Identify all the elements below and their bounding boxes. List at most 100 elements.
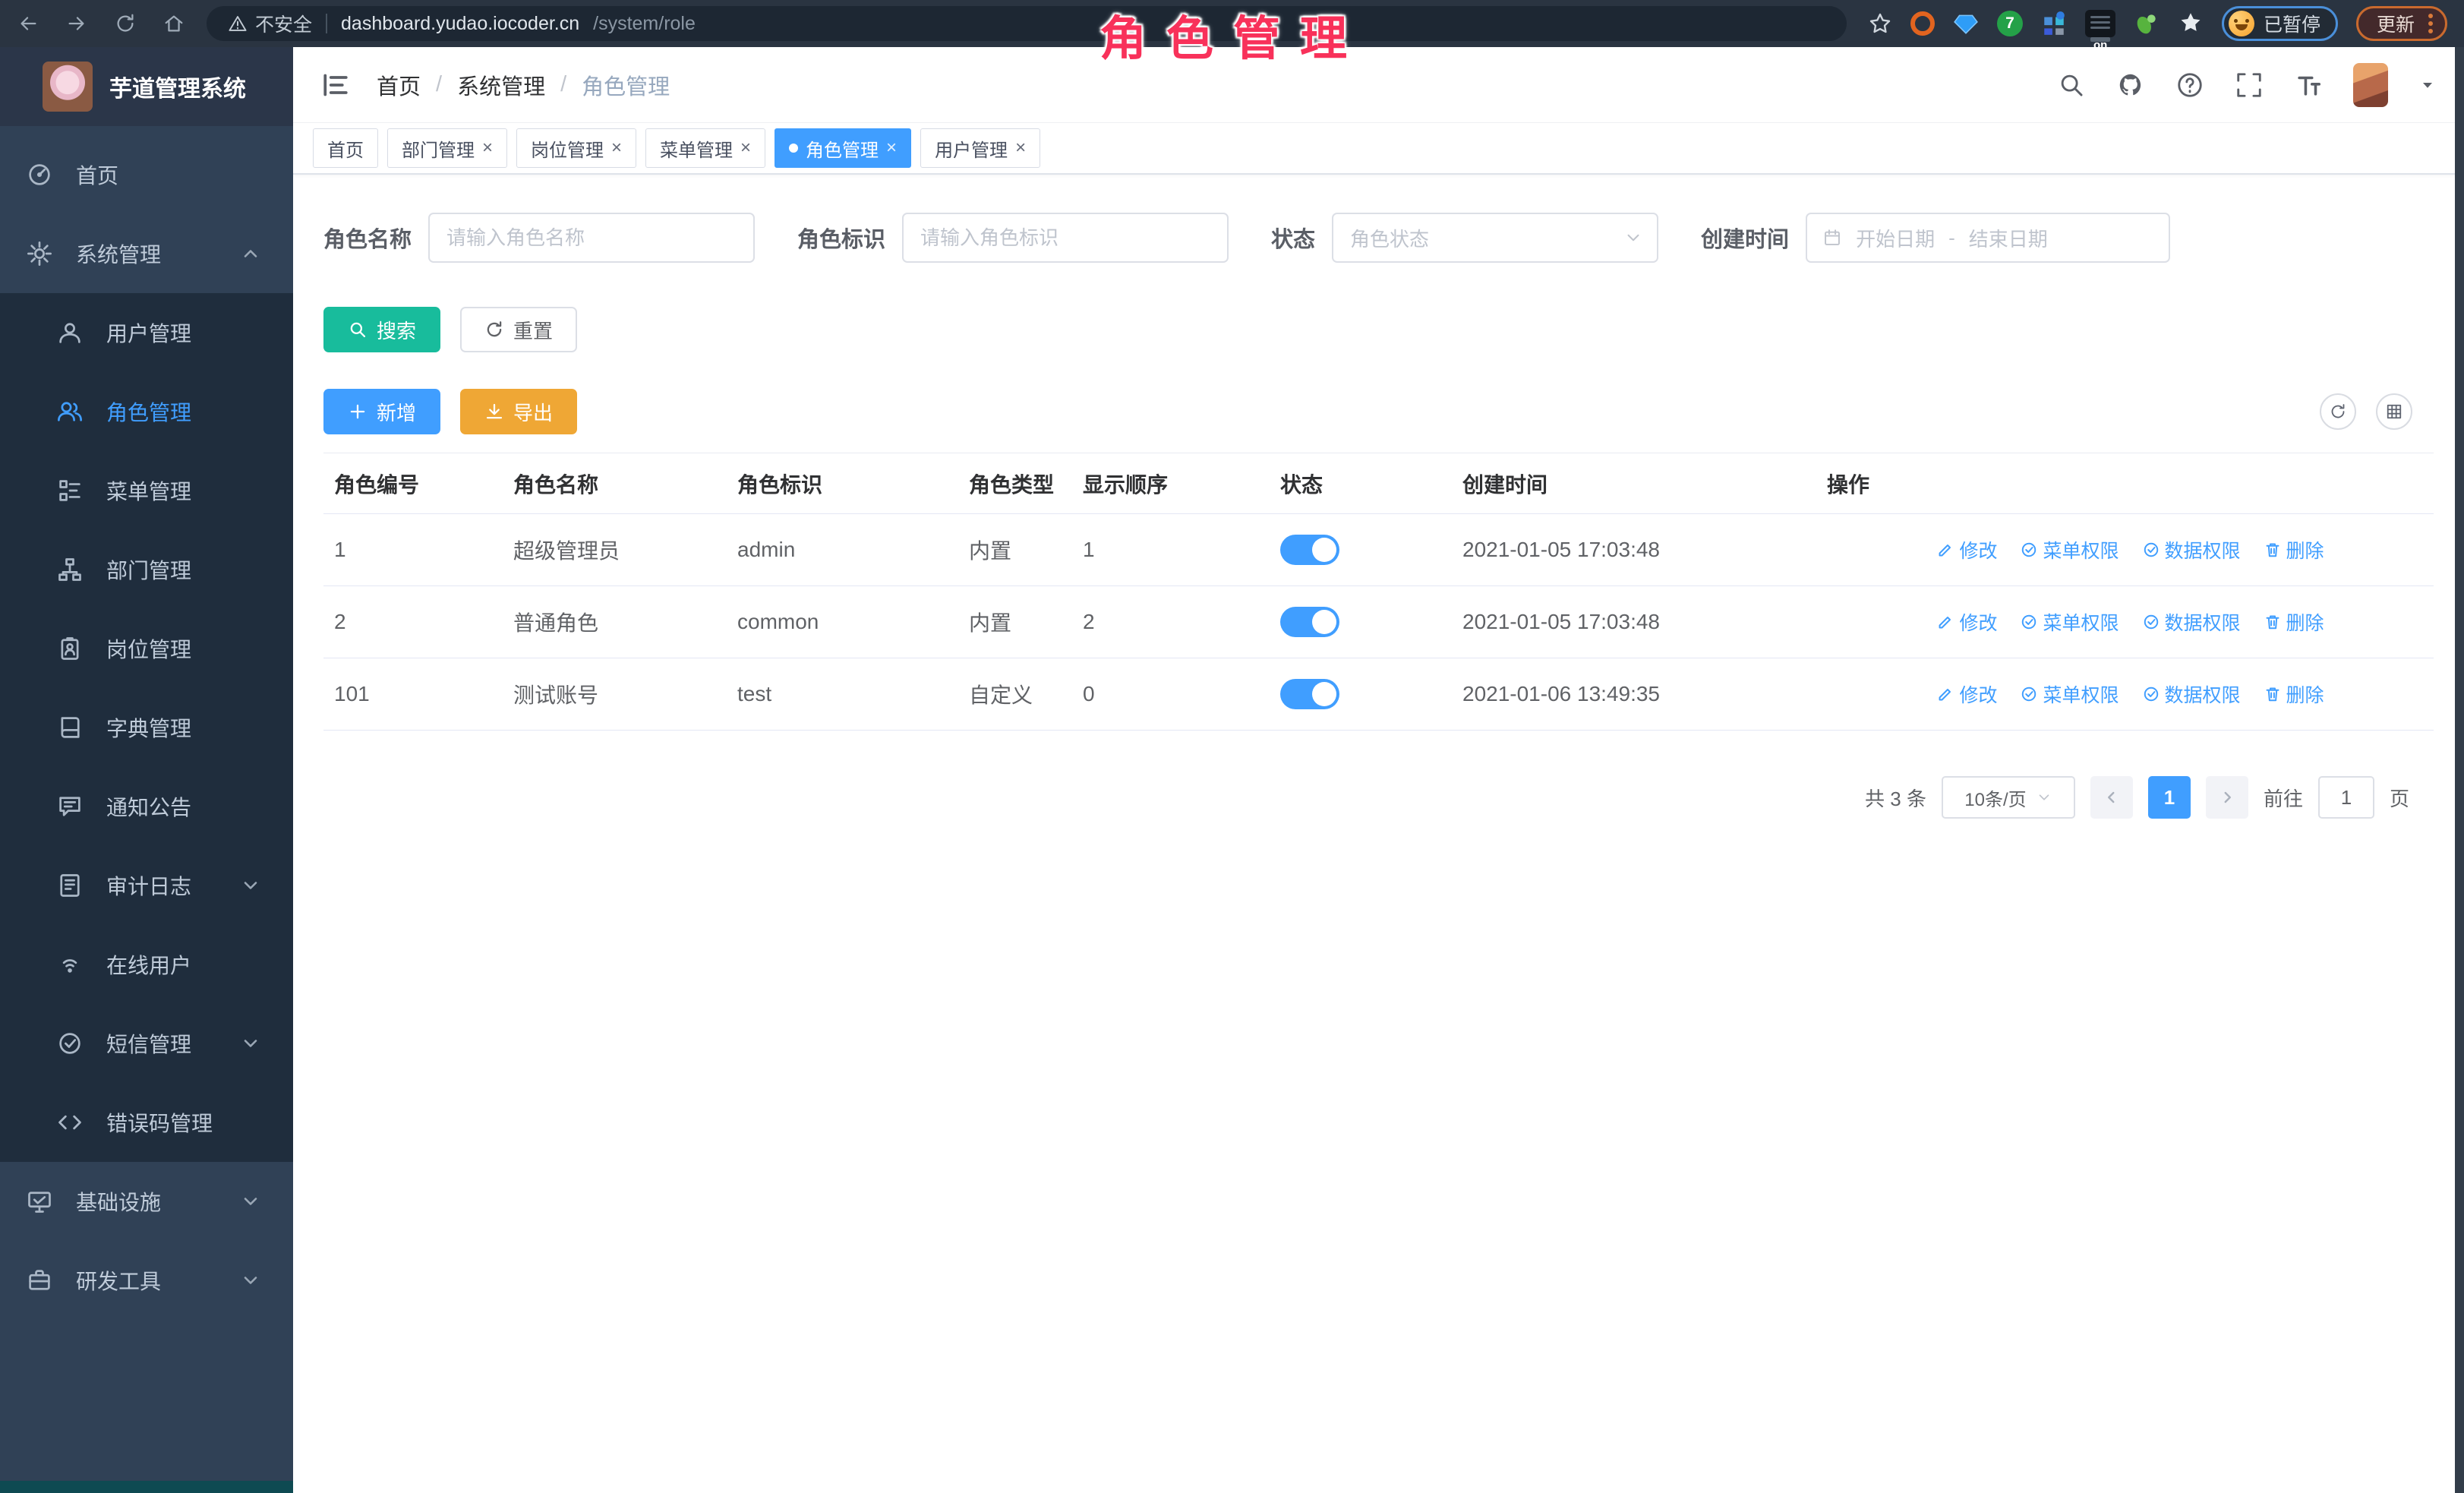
fullscreen-icon[interactable] xyxy=(2235,71,2264,99)
edit-link[interactable]: 修改 xyxy=(1936,680,1997,708)
delete-link[interactable]: 删除 xyxy=(2264,536,2324,563)
github-icon[interactable] xyxy=(2116,71,2145,99)
screen: 不安全 dashboard.yudao.iocoder.cn /system/r… xyxy=(0,0,2464,1493)
page-number-1[interactable]: 1 xyxy=(2148,776,2191,819)
refresh-table-button[interactable] xyxy=(2320,393,2356,430)
profile-paused-badge[interactable]: 已暂停 xyxy=(2222,6,2338,41)
tag-label: 首页 xyxy=(327,135,364,162)
sidebar-item-user-mgmt[interactable]: 用户管理 xyxy=(0,293,293,372)
caret-down-icon[interactable] xyxy=(2418,76,2437,94)
tag-post-mgmt[interactable]: 岗位管理× xyxy=(516,128,636,168)
data-permission-link[interactable]: 数据权限 xyxy=(2142,536,2241,563)
extension-orange-icon[interactable] xyxy=(1910,11,1935,36)
menu-permission-link[interactable]: 菜单权限 xyxy=(2020,608,2119,636)
reload-icon[interactable] xyxy=(114,12,137,35)
sidebar-item-audit-log[interactable]: 审计日志 xyxy=(0,846,293,925)
shield-check-icon xyxy=(56,1030,84,1057)
delete-label: 删除 xyxy=(2286,680,2324,708)
tag-dept-mgmt[interactable]: 部门管理× xyxy=(387,128,507,168)
sidebar-item-label: 首页 xyxy=(76,159,118,190)
prev-page-button[interactable] xyxy=(2090,776,2133,819)
column-settings-button[interactable] xyxy=(2376,393,2412,430)
date-start-placeholder: 开始日期 xyxy=(1856,224,1935,252)
menu-permission-link[interactable]: 菜单权限 xyxy=(2020,680,2119,708)
add-button[interactable]: 新增 xyxy=(323,389,440,434)
role-key-input[interactable] xyxy=(902,213,1229,263)
data-permission-link[interactable]: 数据权限 xyxy=(2142,608,2241,636)
status-toggle[interactable] xyxy=(1280,679,1339,709)
sidebar-item-errorcode-mgmt[interactable]: 错误码管理 xyxy=(0,1083,293,1162)
cell-actions: 修改 菜单权限 数据权限 删除 xyxy=(1827,586,2434,658)
sidebar-item-sms-mgmt[interactable]: 短信管理 xyxy=(0,1004,293,1083)
extension-translate-icon[interactable]: on xyxy=(2085,10,2115,37)
extension-seven-icon[interactable]: 7 xyxy=(1997,11,2023,36)
menu-permission-link[interactable]: 菜单权限 xyxy=(2020,536,2119,563)
close-icon[interactable]: × xyxy=(886,139,897,157)
avatar[interactable] xyxy=(2353,63,2388,107)
next-page-button[interactable] xyxy=(2206,776,2248,819)
app-logo-area[interactable]: 芋道管理系统 xyxy=(0,47,293,126)
back-icon[interactable] xyxy=(17,12,39,35)
chevron-down-icon xyxy=(2036,789,2052,806)
sidebar-item-online-users[interactable]: 在线用户 xyxy=(0,925,293,1004)
sidebar-item-home[interactable]: 首页 xyxy=(0,135,293,214)
home-icon[interactable] xyxy=(162,12,185,35)
tree-list-icon xyxy=(56,477,84,504)
url-bar[interactable]: 不安全 dashboard.yudao.iocoder.cn /system/r… xyxy=(207,6,1847,41)
search-icon[interactable] xyxy=(2057,71,2086,99)
breadcrumb-item-system[interactable]: 系统管理 xyxy=(457,69,545,101)
close-icon[interactable]: × xyxy=(1015,139,1026,157)
search-button[interactable]: 搜索 xyxy=(323,307,440,352)
sidebar-item-post-mgmt[interactable]: 岗位管理 xyxy=(0,609,293,688)
tag-user-mgmt[interactable]: 用户管理× xyxy=(920,128,1040,168)
sidebar-item-dict-mgmt[interactable]: 字典管理 xyxy=(0,688,293,767)
tag-role-mgmt[interactable]: 角色管理× xyxy=(775,128,911,168)
forward-icon[interactable] xyxy=(65,12,88,35)
sidebar-item-dev-tools[interactable]: 研发工具 xyxy=(0,1241,293,1320)
extension-pin-icon[interactable] xyxy=(2178,11,2204,36)
page-size-select[interactable]: 10条/页 xyxy=(1942,776,2075,819)
delete-link[interactable]: 删除 xyxy=(2264,608,2324,636)
breadcrumb-item-home[interactable]: 首页 xyxy=(377,69,421,101)
extension-leaf-icon[interactable] xyxy=(2134,11,2160,36)
tag-home[interactable]: 首页 xyxy=(313,128,378,168)
close-icon[interactable]: × xyxy=(740,139,751,157)
status-select[interactable]: 角色状态 xyxy=(1332,213,1658,263)
close-icon[interactable]: × xyxy=(482,139,493,157)
sidebar-item-label: 菜单管理 xyxy=(106,475,191,506)
edit-link[interactable]: 修改 xyxy=(1936,608,1997,636)
circle-check-icon xyxy=(2142,685,2160,703)
close-icon[interactable]: × xyxy=(611,139,622,157)
hamburger-icon[interactable] xyxy=(320,70,351,100)
status-toggle[interactable] xyxy=(1280,535,1339,565)
warning-icon xyxy=(228,14,248,33)
kebab-menu-icon[interactable] xyxy=(2424,14,2433,33)
browser-scrollbar[interactable] xyxy=(2455,47,2464,1493)
sidebar-item-dept-mgmt[interactable]: 部门管理 xyxy=(0,530,293,609)
trash-icon xyxy=(2264,685,2282,703)
export-button[interactable]: 导出 xyxy=(460,389,577,434)
delete-link[interactable]: 删除 xyxy=(2264,680,2324,708)
sidebar-item-notice[interactable]: 通知公告 xyxy=(0,767,293,846)
status-toggle[interactable] xyxy=(1280,607,1339,637)
extension-grid-icon[interactable] xyxy=(2041,11,2067,36)
tag-menu-mgmt[interactable]: 菜单管理× xyxy=(645,128,765,168)
cell-role-name: 测试账号 xyxy=(513,658,737,731)
sidebar-item-role-mgmt[interactable]: 角色管理 xyxy=(0,372,293,451)
goto-page-input[interactable] xyxy=(2318,776,2374,819)
update-button[interactable]: 更新 xyxy=(2356,6,2447,41)
date-range-picker[interactable]: 开始日期 - 结束日期 xyxy=(1806,213,2170,263)
role-name-input[interactable] xyxy=(428,213,755,263)
download-icon xyxy=(484,402,504,421)
sidebar-item-system-mgmt[interactable]: 系统管理 xyxy=(0,214,293,293)
sidebar-item-menu-mgmt[interactable]: 菜单管理 xyxy=(0,451,293,530)
bookmark-star-icon[interactable] xyxy=(1868,11,1892,36)
help-icon[interactable] xyxy=(2175,71,2204,99)
edit-link[interactable]: 修改 xyxy=(1936,536,1997,563)
reset-button[interactable]: 重置 xyxy=(460,307,577,352)
font-size-icon[interactable] xyxy=(2294,71,2323,99)
extension-gem-icon[interactable] xyxy=(1953,11,1979,36)
security-warning[interactable]: 不安全 xyxy=(228,10,312,37)
sidebar-item-infrastructure[interactable]: 基础设施 xyxy=(0,1162,293,1241)
data-permission-link[interactable]: 数据权限 xyxy=(2142,680,2241,708)
